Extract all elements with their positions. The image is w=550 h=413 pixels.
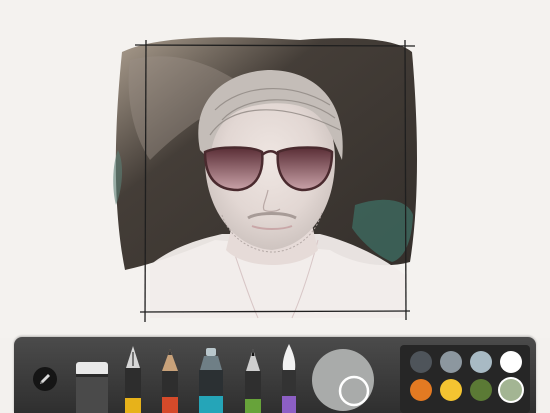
swatch-gray[interactable] bbox=[440, 351, 462, 373]
swatch-green[interactable] bbox=[470, 379, 492, 401]
marker-icon[interactable] bbox=[196, 348, 226, 413]
pencil-icon[interactable] bbox=[32, 366, 58, 392]
eraser-icon[interactable] bbox=[74, 362, 110, 413]
drawing-canvas[interactable] bbox=[0, 0, 550, 338]
swatch-dark-gray[interactable] bbox=[410, 351, 432, 373]
swatch-light-blue[interactable] bbox=[470, 351, 492, 373]
swatch-yellow[interactable] bbox=[440, 379, 462, 401]
swatch-orange[interactable] bbox=[410, 379, 432, 401]
color-mixer-icon[interactable] bbox=[310, 347, 376, 413]
pencil-tool-icon[interactable] bbox=[158, 349, 182, 413]
outliner-icon[interactable] bbox=[242, 349, 264, 413]
color-palette bbox=[400, 345, 530, 413]
fountain-pen-icon[interactable] bbox=[122, 346, 144, 413]
sketch-artwork bbox=[113, 37, 417, 323]
tool-tray bbox=[14, 337, 536, 413]
swatch-white[interactable] bbox=[500, 351, 522, 373]
brush-icon[interactable] bbox=[278, 344, 300, 413]
swatch-sage-selected[interactable] bbox=[500, 379, 522, 401]
